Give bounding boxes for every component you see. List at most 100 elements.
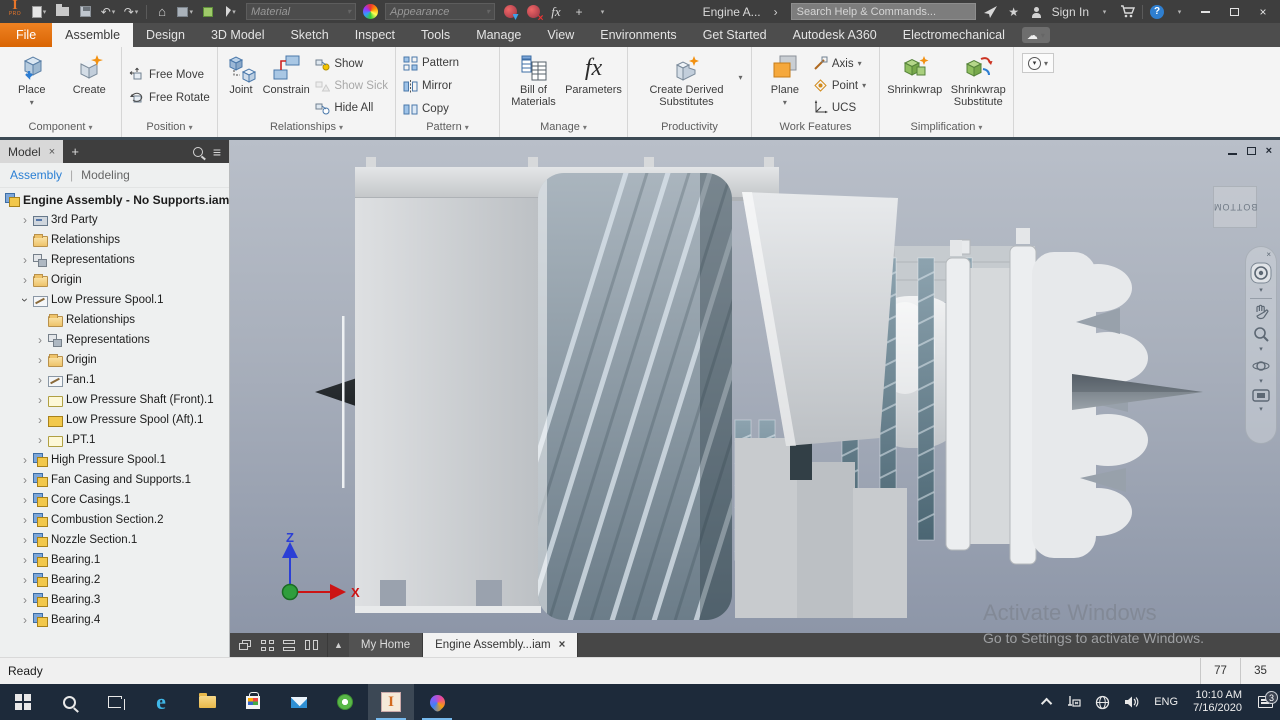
chevron-right-icon[interactable]: › [20, 475, 30, 485]
tab-assemble[interactable]: Assemble [52, 23, 133, 47]
tab-view[interactable]: View [534, 23, 587, 47]
plane-button[interactable]: Plane ▾ [762, 51, 808, 109]
tree-item-relationships[interactable]: Relationships [0, 230, 229, 250]
browser-search-icon[interactable] [193, 147, 203, 157]
tree-item-low-pressure-spool[interactable]: › Low Pressure Spool.1 [0, 290, 229, 310]
tile-vertical-icon[interactable] [305, 640, 318, 651]
navbar-caret[interactable]: ▾ [1259, 288, 1263, 294]
hidden-icons-button[interactable] [1037, 684, 1059, 720]
tree-item-3rd-party[interactable]: › 3rd Party [0, 210, 229, 230]
zoom-icon[interactable] [1252, 325, 1270, 343]
navbar-caret[interactable]: ▾ [1259, 347, 1263, 353]
tree-item-lp-shaft-front[interactable]: › Low Pressure Shaft (Front).1 [0, 390, 229, 410]
tree-item-high-pressure-spool[interactable]: › High Pressure Spool.1 [0, 450, 229, 470]
tree-item-representations[interactable]: › Representations [0, 330, 229, 350]
3d-viewport[interactable]: × BOTTOM × ▾ ▾ ▾ ▾ Z X Activate Windows … [230, 140, 1280, 633]
store-cart-icon[interactable] [1119, 4, 1135, 19]
shrinkwrap-button[interactable]: Shrinkwrap [884, 51, 946, 96]
render-button[interactable]: ▾ [177, 4, 193, 19]
chevron-right-icon[interactable]: › [20, 455, 30, 465]
navbar-expand-icon[interactable]: ▾ [1259, 407, 1263, 413]
tab-autodesk-a360[interactable]: Autodesk A360 [780, 23, 890, 47]
copy-button[interactable]: Copy [400, 100, 452, 119]
task-view-button[interactable] [92, 684, 138, 720]
microsoft-store-button[interactable] [230, 684, 276, 720]
tree-item-lpt[interactable]: › LPT.1 [0, 430, 229, 450]
measure-button[interactable]: + [571, 4, 587, 19]
mode-assembly-link[interactable]: Assembly [10, 168, 62, 182]
tab-tools[interactable]: Tools [408, 23, 463, 47]
pen-input-icon[interactable] [1059, 684, 1088, 720]
group-label-work-features[interactable]: Work Features [752, 121, 879, 137]
mail-button[interactable] [276, 684, 322, 720]
tree-item-fan[interactable]: › Fan.1 [0, 370, 229, 390]
minimize-button[interactable] [1194, 4, 1216, 20]
orbit-icon[interactable] [1252, 357, 1270, 375]
mirror-button[interactable]: Mirror [400, 77, 455, 96]
navbar-caret[interactable]: ▾ [1259, 379, 1263, 385]
new-file-button[interactable]: ▾ [31, 4, 47, 19]
ucs-button[interactable]: UCS [810, 98, 869, 117]
tree-item-root[interactable]: Engine Assembly - No Supports.iam [0, 190, 229, 210]
language-indicator[interactable]: ENG [1147, 684, 1185, 720]
collapse-tabs-icon[interactable]: ▲ [328, 633, 349, 657]
save-button[interactable] [77, 4, 93, 19]
tab-3d-model[interactable]: 3D Model [198, 23, 278, 47]
tab-inspect[interactable]: Inspect [342, 23, 408, 47]
chevron-right-icon[interactable]: › [35, 395, 45, 405]
cascade-windows-icon[interactable] [239, 640, 252, 651]
group-label-component[interactable]: Component ▾ [0, 121, 121, 137]
tree-item-bearing-2[interactable]: › Bearing.2 [0, 570, 229, 590]
chevron-right-icon[interactable]: › [20, 595, 30, 605]
tab-environments[interactable]: Environments [587, 23, 689, 47]
joint-button[interactable]: Joint [222, 51, 260, 96]
app-button[interactable] [322, 684, 368, 720]
engine-model[interactable] [230, 140, 1280, 633]
favorites-icon[interactable]: ★ [1006, 4, 1022, 19]
tab-get-started[interactable]: Get Started [690, 23, 780, 47]
select-tool-button[interactable]: ▾ [223, 4, 239, 19]
tab-my-home[interactable]: My Home [349, 633, 423, 657]
action-center-button[interactable]: 3 [1250, 696, 1280, 708]
point-button[interactable]: Point▾ [810, 76, 869, 95]
browser-tab-model[interactable]: Model × [0, 140, 63, 163]
view-cube[interactable]: BOTTOM [1213, 186, 1257, 228]
tab-sketch[interactable]: Sketch [277, 23, 341, 47]
pattern-button[interactable]: Pattern [400, 54, 462, 73]
chevron-right-icon[interactable]: › [20, 215, 30, 225]
chevron-right-icon[interactable]: › [35, 355, 45, 365]
appearance-dropdown[interactable]: Appearance▾ [385, 3, 495, 20]
shrinkwrap-substitute-button[interactable]: Shrinkwrap Substitute [948, 51, 1010, 108]
ribbon-collapse-button[interactable]: ▾ ▾ [1022, 53, 1054, 73]
parameters-quick-button[interactable]: fx [548, 4, 564, 19]
tree-item-fan-casing[interactable]: › Fan Casing and Supports.1 [0, 470, 229, 490]
browser-tab-close-icon[interactable]: × [49, 146, 55, 158]
help-search-input[interactable] [791, 3, 976, 20]
navbar-close-icon[interactable]: × [1266, 251, 1271, 258]
update-button[interactable] [200, 4, 216, 19]
chevron-right-icon[interactable]: › [20, 575, 30, 585]
paint3d-taskbar-button[interactable] [414, 684, 460, 720]
mode-modeling-link[interactable]: Modeling [81, 168, 130, 182]
redo-button[interactable]: ↷▾ [123, 4, 139, 19]
edge-button[interactable]: e [138, 684, 184, 720]
tab-engine-assembly[interactable]: Engine Assembly...iam × [423, 633, 578, 657]
network-globe-icon[interactable] [1088, 684, 1117, 720]
create-derived-substitutes-button[interactable]: Create Derived Substitutes [636, 51, 736, 108]
group-label-productivity[interactable]: Productivity [628, 121, 751, 137]
tab-manage[interactable]: Manage [463, 23, 534, 47]
full-navigation-wheel-icon[interactable] [1250, 262, 1272, 284]
tab-electromechanical[interactable]: Electromechanical [890, 23, 1018, 47]
tree-item-relationships[interactable]: Relationships [0, 310, 229, 330]
title-expand-icon[interactable]: › [768, 4, 784, 19]
material-dropdown[interactable]: Material▾ [246, 3, 356, 20]
parameters-button[interactable]: fx Parameters [565, 51, 623, 96]
look-at-icon[interactable] [1252, 389, 1270, 403]
chevron-right-icon[interactable]: › [20, 255, 30, 265]
tree-item-origin[interactable]: › Origin [0, 350, 229, 370]
sign-in-caret[interactable]: ▾ [1096, 4, 1112, 19]
chevron-right-icon[interactable]: › [20, 495, 30, 505]
tree-item-representations[interactable]: › Representations [0, 250, 229, 270]
volume-icon[interactable] [1117, 684, 1147, 720]
tree-item-bearing-3[interactable]: › Bearing.3 [0, 590, 229, 610]
